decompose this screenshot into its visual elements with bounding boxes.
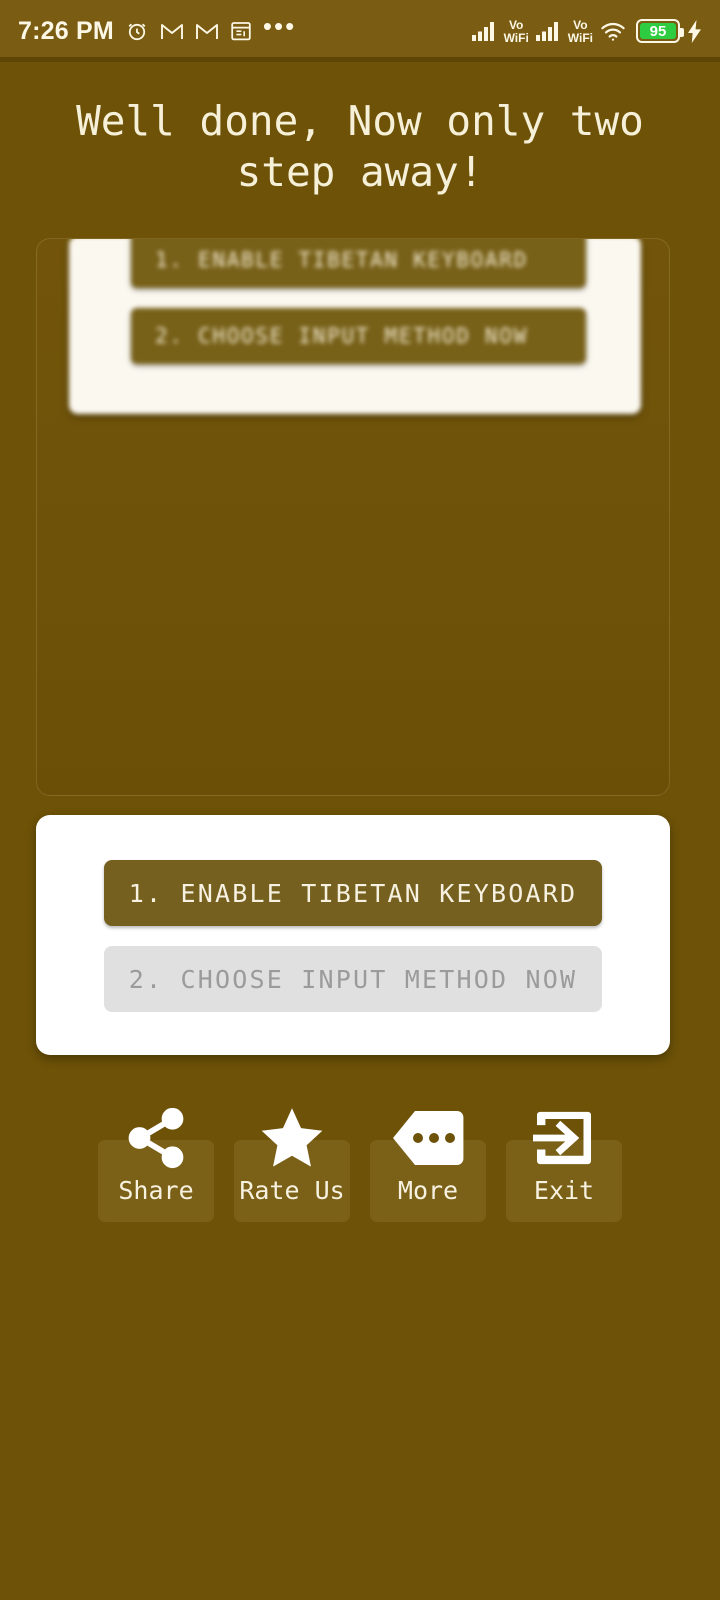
- more-button-label: More: [397, 1176, 459, 1205]
- vowifi-bottom-label: WiFi: [503, 30, 529, 45]
- status-bar-right: Vo WiFi Vo WiFi 95: [471, 19, 702, 44]
- battery-indicator: 95: [636, 19, 684, 43]
- alarm-clock-icon: [125, 19, 149, 43]
- status-bar: 7:26 PM ••• Vo WiFi Vo WiFi 95: [0, 0, 720, 62]
- action-bar: Share Rate Us More Exit: [0, 1075, 720, 1225]
- share-button[interactable]: Share: [98, 1075, 214, 1222]
- vowifi-indicator: Vo WiFi: [568, 19, 593, 44]
- ad-placeholder-container[interactable]: 1. ENABLE TIBETAN KEYBOARD 2. CHOOSE INP…: [36, 238, 670, 796]
- battery-percent-label: 95: [649, 22, 667, 40]
- rate-us-button[interactable]: Rate Us: [234, 1075, 350, 1222]
- vowifi-bottom-label: WiFi: [567, 30, 593, 45]
- calendar-icon: [230, 20, 252, 42]
- rate-us-button-label: Rate Us: [239, 1176, 345, 1205]
- choose-input-method-button[interactable]: 2. CHOOSE INPUT METHOD NOW: [104, 946, 602, 1012]
- wifi-icon: [600, 21, 626, 42]
- gmail-icon: [195, 22, 219, 41]
- share-icon: [98, 1102, 214, 1174]
- star-icon: [234, 1102, 350, 1174]
- status-bar-clock: 7:26 PM: [18, 16, 114, 45]
- exit-button-label: Exit: [533, 1176, 595, 1205]
- signal-bars-icon: [471, 21, 497, 41]
- blurred-preview-card: 1. ENABLE TIBETAN KEYBOARD 2. CHOOSE INP…: [69, 239, 641, 414]
- charging-bolt-icon: [687, 19, 702, 43]
- gmail-icon: [160, 22, 184, 41]
- steps-card: 1. ENABLE TIBETAN KEYBOARD 2. CHOOSE INP…: [36, 815, 670, 1055]
- blurred-step-2-button: 2. CHOOSE INPUT METHOD NOW: [131, 308, 586, 364]
- more-notifications-icon: •••: [262, 11, 297, 41]
- vowifi-top-label: Vo: [573, 17, 588, 32]
- vowifi-indicator: Vo WiFi: [504, 19, 529, 44]
- more-button[interactable]: More: [370, 1075, 486, 1222]
- blurred-preview: 1. ENABLE TIBETAN KEYBOARD 2. CHOOSE INP…: [69, 239, 641, 414]
- share-button-label: Share: [118, 1176, 194, 1205]
- exit-button[interactable]: Exit: [506, 1075, 622, 1222]
- app-screen: 7:26 PM ••• Vo WiFi Vo WiFi 95 Well done…: [0, 0, 720, 1600]
- signal-bars-icon: [535, 21, 561, 41]
- page-title: Well done, Now only two step away!: [76, 97, 644, 196]
- exit-arrow-icon: [506, 1102, 622, 1174]
- blurred-step-1-button: 1. ENABLE TIBETAN KEYBOARD: [131, 239, 586, 288]
- vowifi-top-label: Vo: [508, 17, 524, 32]
- enable-tibetan-keyboard-button[interactable]: 1. ENABLE TIBETAN KEYBOARD: [104, 860, 602, 926]
- more-tag-icon: [370, 1102, 486, 1174]
- status-bar-left: 7:26 PM •••: [18, 11, 472, 46]
